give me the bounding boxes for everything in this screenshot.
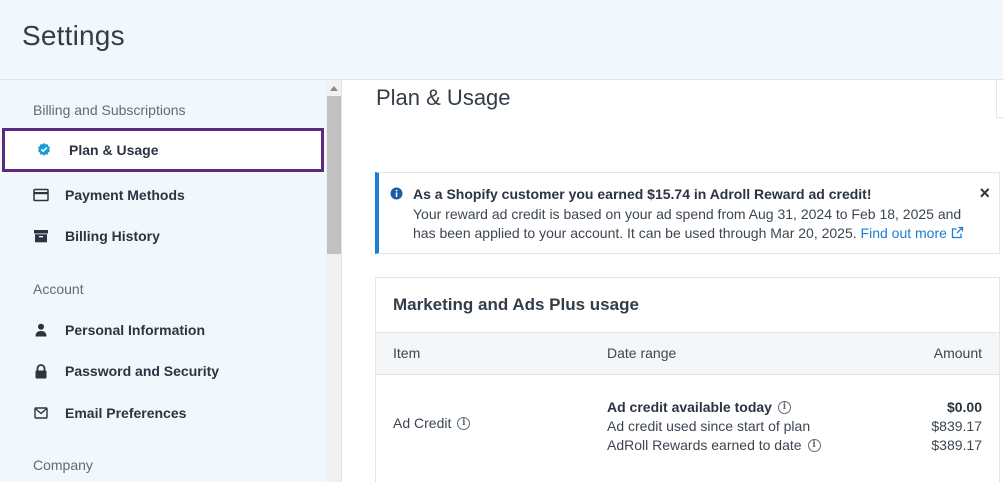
archive-box-icon (33, 228, 49, 244)
link-label: Find out more (860, 225, 947, 241)
scroll-up-arrow-icon[interactable] (330, 86, 338, 91)
alert-text-line-1: Your reward ad credit is based on your a… (413, 206, 962, 222)
line-label: AdRoll Rewards earned to date (607, 437, 802, 453)
column-header-date-range: Date range (607, 345, 677, 361)
alert-text-line-2: has been applied to your account. It can… (413, 225, 964, 241)
section-label-billing: Billing and Subscriptions (33, 102, 186, 118)
lock-icon (33, 363, 49, 379)
info-icon[interactable]: i (807, 438, 821, 452)
app-title: Settings (22, 20, 125, 51)
close-icon[interactable]: × (979, 183, 990, 204)
app-header: Settings (0, 0, 1003, 80)
section-label-company: Company (33, 457, 93, 473)
alert-text: has been applied to your account. It can… (413, 225, 857, 241)
info-icon[interactable]: i (777, 400, 791, 414)
usage-card-title: Marketing and Ads Plus usage (393, 295, 639, 314)
info-icon[interactable]: i (457, 416, 471, 430)
scrollbar-thumb[interactable] (327, 96, 341, 254)
envelope-icon (33, 405, 49, 421)
sidebar-item-billing-history[interactable]: Billing History (0, 216, 326, 256)
sidebar-item-label: Email Preferences (65, 405, 187, 421)
page-title: Plan & Usage (376, 85, 511, 110)
adroll-rewards-label: AdRoll Rewards earned to date i (607, 437, 821, 453)
ad-credit-available-amount: $0.00 (946, 399, 982, 415)
sidebar-item-label: Password and Security (65, 363, 220, 379)
ad-credit-used-amount: $839.17 (931, 418, 982, 434)
item-label: Ad Credit (393, 415, 452, 431)
table-row: Ad Credit i Ad credit available today i … (376, 375, 999, 475)
ad-credit-used-label: Ad credit used since start of plan (607, 418, 811, 434)
sidebar-scrollbar[interactable] (326, 80, 342, 482)
main-content: Plan & Usage As a Shopify customer you e… (343, 80, 1003, 482)
item-cell: Ad Credit i (393, 415, 471, 431)
external-link-icon (951, 226, 963, 239)
find-out-more-link[interactable]: Find out more (861, 225, 964, 241)
verified-badge-icon (36, 142, 52, 158)
settings-sidebar: Billing and Subscriptions Plan & Usage P… (0, 80, 326, 482)
sidebar-item-label: Payment Methods (65, 187, 185, 203)
column-header-amount: Amount (933, 345, 982, 361)
section-label-account: Account (33, 281, 84, 297)
header-edge (996, 80, 1003, 118)
reward-credit-alert: As a Shopify customer you earned $15.74 … (375, 172, 1000, 254)
sidebar-item-label: Billing History (65, 228, 160, 244)
sidebar-item-plan-usage[interactable]: Plan & Usage (2, 128, 324, 172)
line-label: Ad credit available today (607, 399, 772, 415)
column-header-item: Item (393, 345, 421, 361)
sidebar-item-personal-information[interactable]: Personal Information (0, 310, 326, 350)
sidebar-item-label: Plan & Usage (69, 142, 159, 158)
sidebar-item-email-preferences[interactable]: Email Preferences (0, 393, 326, 433)
usage-table-header: Item Date range Amount (376, 332, 999, 375)
credit-card-icon (33, 187, 49, 203)
ad-credit-available-label: Ad credit available today i (607, 399, 791, 415)
adroll-rewards-amount: $389.17 (931, 437, 982, 453)
sidebar-item-password-security[interactable]: Password and Security (0, 351, 326, 391)
sidebar-item-payment-methods[interactable]: Payment Methods (0, 175, 326, 215)
person-icon (33, 322, 49, 338)
sidebar-item-label: Personal Information (65, 322, 206, 338)
usage-card: Marketing and Ads Plus usage Item Date r… (375, 277, 1000, 482)
info-icon (390, 187, 403, 205)
alert-title: As a Shopify customer you earned $15.74 … (413, 186, 872, 202)
